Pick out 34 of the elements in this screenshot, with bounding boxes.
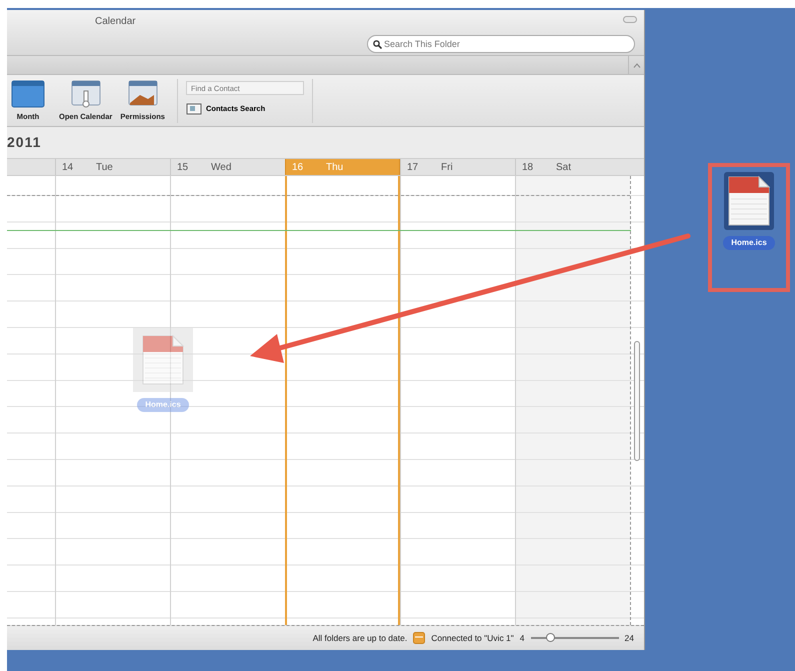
day-number: 14 (62, 160, 74, 174)
calendar-icon (413, 632, 426, 644)
day-name: Sat (556, 160, 572, 174)
day-number: 16 (292, 160, 304, 174)
caret-icon (632, 62, 640, 68)
sync-status: All folders are up to date. (312, 632, 408, 644)
slider-thumb[interactable] (546, 633, 555, 642)
day-number: 18 (522, 160, 534, 174)
search-field[interactable]: Search This Folder (367, 35, 635, 53)
day-number: 15 (177, 160, 190, 174)
toolbar-toggle-button[interactable] (623, 16, 637, 23)
day-header[interactable]: 17 Fri (400, 159, 515, 175)
day-name: Wed (211, 160, 232, 174)
file-name: Home.ics (137, 398, 189, 412)
connection-status: Connected to "Uvic 1" (431, 632, 514, 644)
file-icon (141, 334, 185, 386)
day-number: 17 (407, 160, 420, 174)
day-name: Fri (441, 160, 454, 174)
calendar-icon (11, 79, 45, 109)
day-header[interactable]: 14 Tue (55, 159, 170, 175)
day-header[interactable]: 18 Sat (515, 159, 630, 175)
day-name: Tue (96, 160, 113, 174)
file-name[interactable]: Home.ics (723, 236, 775, 250)
day-name: Thu (326, 160, 344, 174)
calendar-icon (68, 79, 103, 109)
scrollbar[interactable] (630, 176, 643, 625)
file-icon-selection[interactable] (724, 172, 774, 230)
window-title: Calendar (95, 15, 136, 29)
address-book-icon (186, 103, 202, 115)
scroll-thumb[interactable] (634, 340, 640, 460)
zoom-max-label: 24 (624, 632, 634, 644)
zoom-min-label: 4 (520, 632, 525, 644)
file-icon (727, 175, 771, 227)
year-heading: 2011 (7, 133, 42, 152)
